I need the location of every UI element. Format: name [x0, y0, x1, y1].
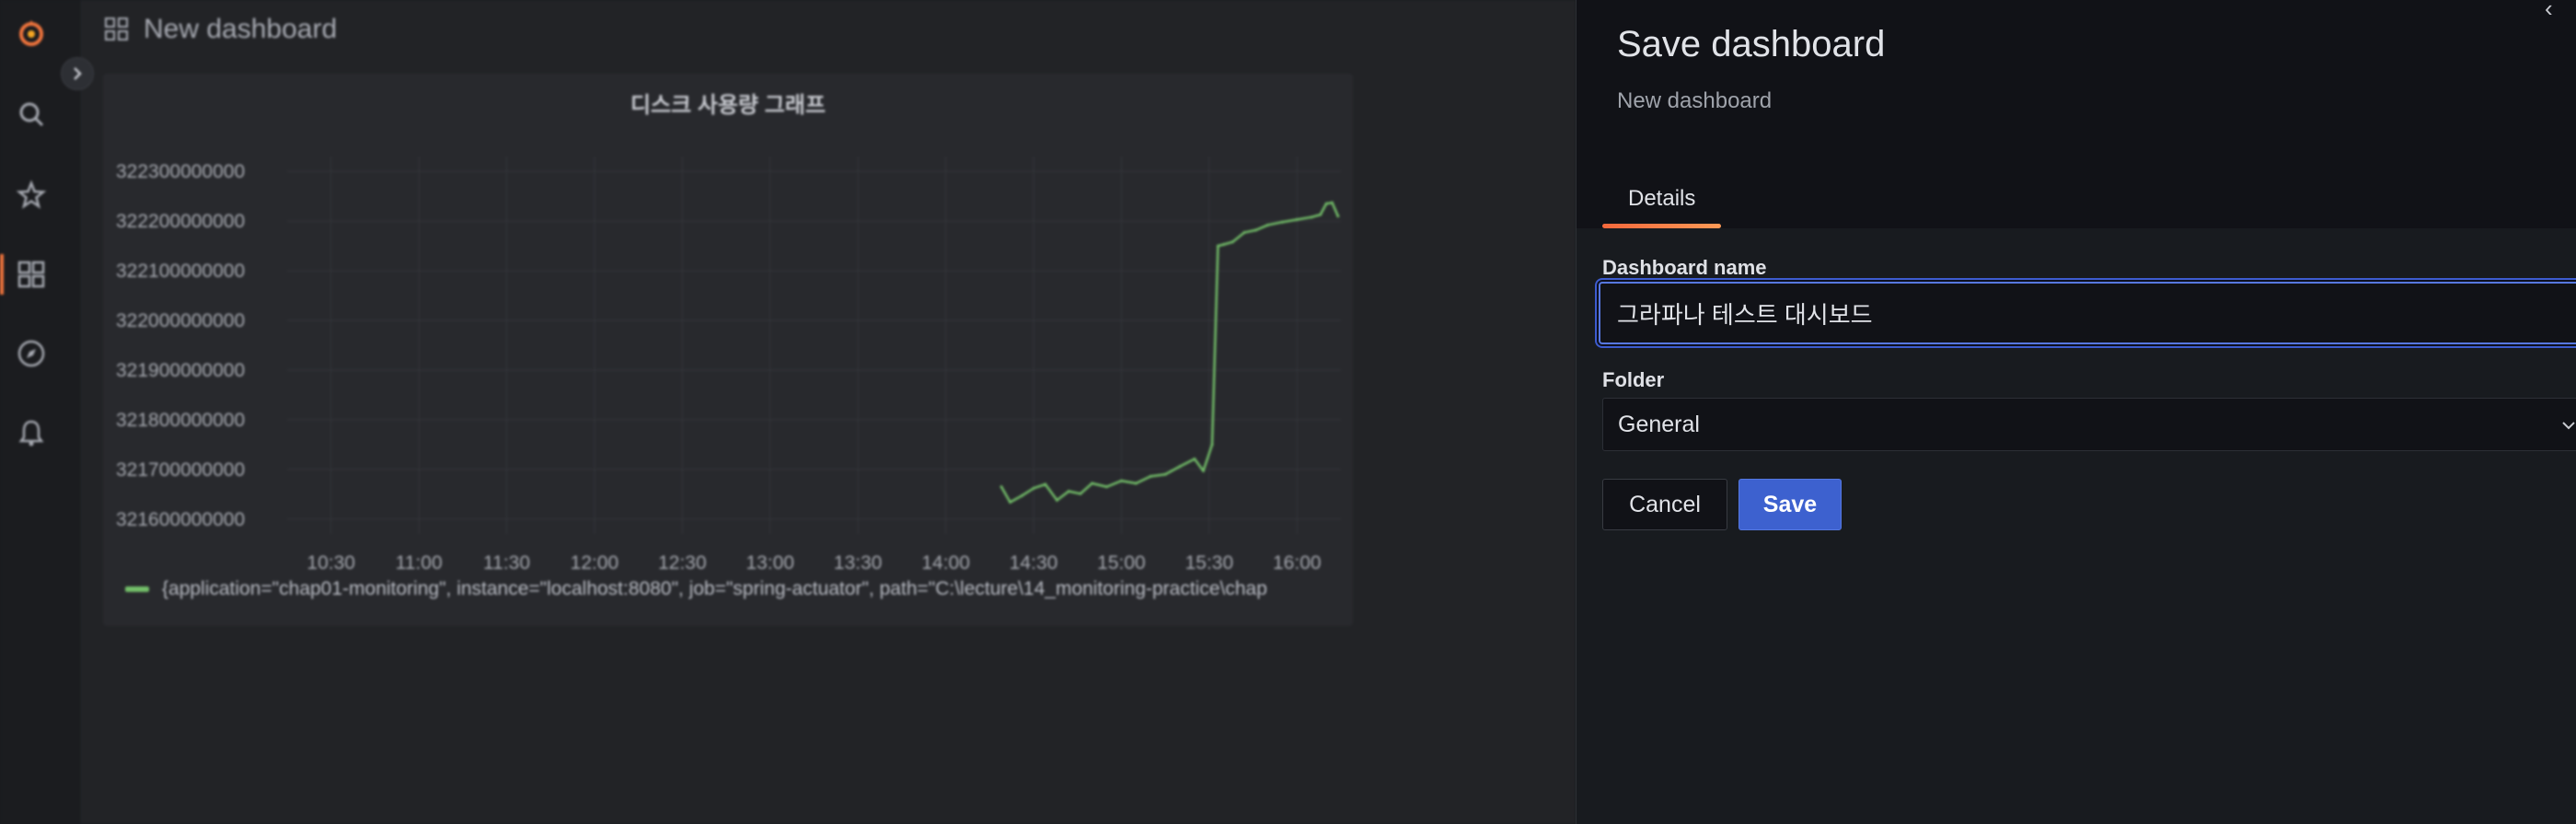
line-chart: 322300000000 322200000000 322100000000 3220…	[116, 157, 1341, 574]
y-tick-label: 322300000000	[116, 161, 245, 182]
drawer-header: Save dashboard New dashboard ‹ Details	[1577, 0, 2576, 228]
series-point	[1295, 218, 1299, 222]
series-point	[1163, 472, 1167, 476]
x-tick-label: 16:00	[1273, 552, 1322, 574]
x-tick-label: 15:30	[1185, 552, 1234, 574]
series-point	[1202, 469, 1206, 472]
expand-menu-button[interactable]	[61, 57, 94, 90]
x-tick-label: 11:00	[396, 552, 443, 574]
legend-series-name: {application="chap01-monitoring", instan…	[162, 578, 1267, 599]
series-point	[1067, 490, 1070, 493]
series-point	[1020, 493, 1023, 497]
y-tick-label: 322100000000	[116, 261, 245, 282]
side-menu	[0, 0, 82, 824]
x-tick-label: 13:30	[834, 552, 883, 574]
dashboard-title[interactable]: New dashboard	[144, 14, 337, 45]
dashboard-nav: New dashboard	[103, 11, 337, 48]
series-point	[1149, 474, 1152, 478]
dashboard-background: New dashboard 디스크 사용량 그래프 322300000000 32…	[0, 0, 1576, 824]
series-point	[1230, 240, 1234, 244]
tab-details[interactable]: Details	[1602, 180, 1722, 228]
series-point	[999, 485, 1003, 489]
series-point	[1091, 482, 1094, 485]
search-icon[interactable]	[15, 98, 48, 131]
series-point	[1310, 215, 1313, 219]
series-point	[1044, 482, 1047, 486]
series-point	[1324, 202, 1328, 205]
x-tick-label: 14:30	[1010, 552, 1058, 574]
close-drawer-icon[interactable]: ‹	[2545, 0, 2572, 22]
explore-compass-icon[interactable]	[15, 337, 48, 370]
series-point	[1336, 215, 1340, 218]
chart-legend[interactable]: {application="chap01-monitoring", instan…	[125, 578, 1349, 600]
series-point	[1119, 479, 1123, 482]
y-tick-label: 321700000000	[116, 459, 245, 481]
series-point	[1055, 498, 1058, 502]
folder-selected-value: General	[1618, 411, 1700, 437]
x-tick-label: 12:30	[658, 552, 707, 574]
dashboard-grid-icon	[105, 17, 128, 41]
y-tick-label: 321800000000	[116, 410, 245, 431]
x-tick-label: 14:00	[921, 552, 970, 574]
x-tick-label: 13:00	[746, 552, 795, 574]
series-point	[1222, 242, 1226, 246]
series-point	[1178, 465, 1182, 469]
series-point	[1134, 482, 1138, 485]
series-point	[1009, 500, 1012, 504]
save-button[interactable]: Save	[1739, 479, 1842, 530]
save-dashboard-drawer: Save dashboard New dashboard ‹ Details D…	[1576, 0, 2576, 824]
x-tick-label: 15:00	[1097, 552, 1146, 574]
chevron-down-icon	[2562, 422, 2575, 430]
star-icon[interactable]	[15, 179, 48, 212]
y-tick-label: 322000000000	[116, 310, 245, 331]
active-tab-underline	[1602, 224, 1722, 228]
y-tick-label: 322200000000	[116, 211, 245, 232]
drawer-title: Save dashboard	[1617, 24, 1886, 64]
x-tick-label: 12:00	[571, 552, 619, 574]
grafana-logo-icon[interactable]	[15, 17, 48, 50]
graph-panel[interactable]: 디스크 사용량 그래프 322300000000 322200000000 3221…	[103, 74, 1353, 626]
y-tick-label: 321600000000	[116, 509, 245, 530]
drawer-subtitle: New dashboard	[1617, 88, 1773, 113]
folder-select[interactable]: General	[1602, 398, 2576, 451]
series-point	[1280, 220, 1284, 224]
alerting-bell-icon[interactable]	[15, 416, 48, 449]
series-point	[1105, 485, 1109, 489]
x-tick-label: 11:30	[483, 552, 530, 574]
series-point	[1265, 223, 1269, 226]
y-tick-label: 321900000000	[116, 360, 245, 381]
dashboard-name-label: Dashboard name	[1602, 256, 1767, 279]
series-point	[1210, 443, 1214, 447]
series-point	[1193, 458, 1196, 461]
chevron-right-icon	[74, 67, 82, 80]
dashboard-name-input[interactable]	[1599, 282, 2576, 344]
series-point	[1216, 244, 1219, 248]
series-line	[999, 201, 1339, 504]
cancel-button[interactable]: Cancel	[1602, 479, 1727, 530]
series-point	[1242, 231, 1246, 235]
dashboards-icon[interactable]	[15, 258, 48, 291]
series-point	[1254, 228, 1258, 232]
active-nav-indicator	[0, 254, 4, 295]
series-point	[1319, 213, 1323, 216]
series-point	[1079, 492, 1082, 495]
legend-swatch	[125, 586, 149, 592]
series-point	[1330, 201, 1334, 204]
x-tick-label: 10:30	[306, 552, 355, 574]
series-point	[1032, 486, 1035, 490]
folder-label: Folder	[1602, 368, 1665, 391]
tab-details-label: Details	[1628, 186, 1696, 211]
